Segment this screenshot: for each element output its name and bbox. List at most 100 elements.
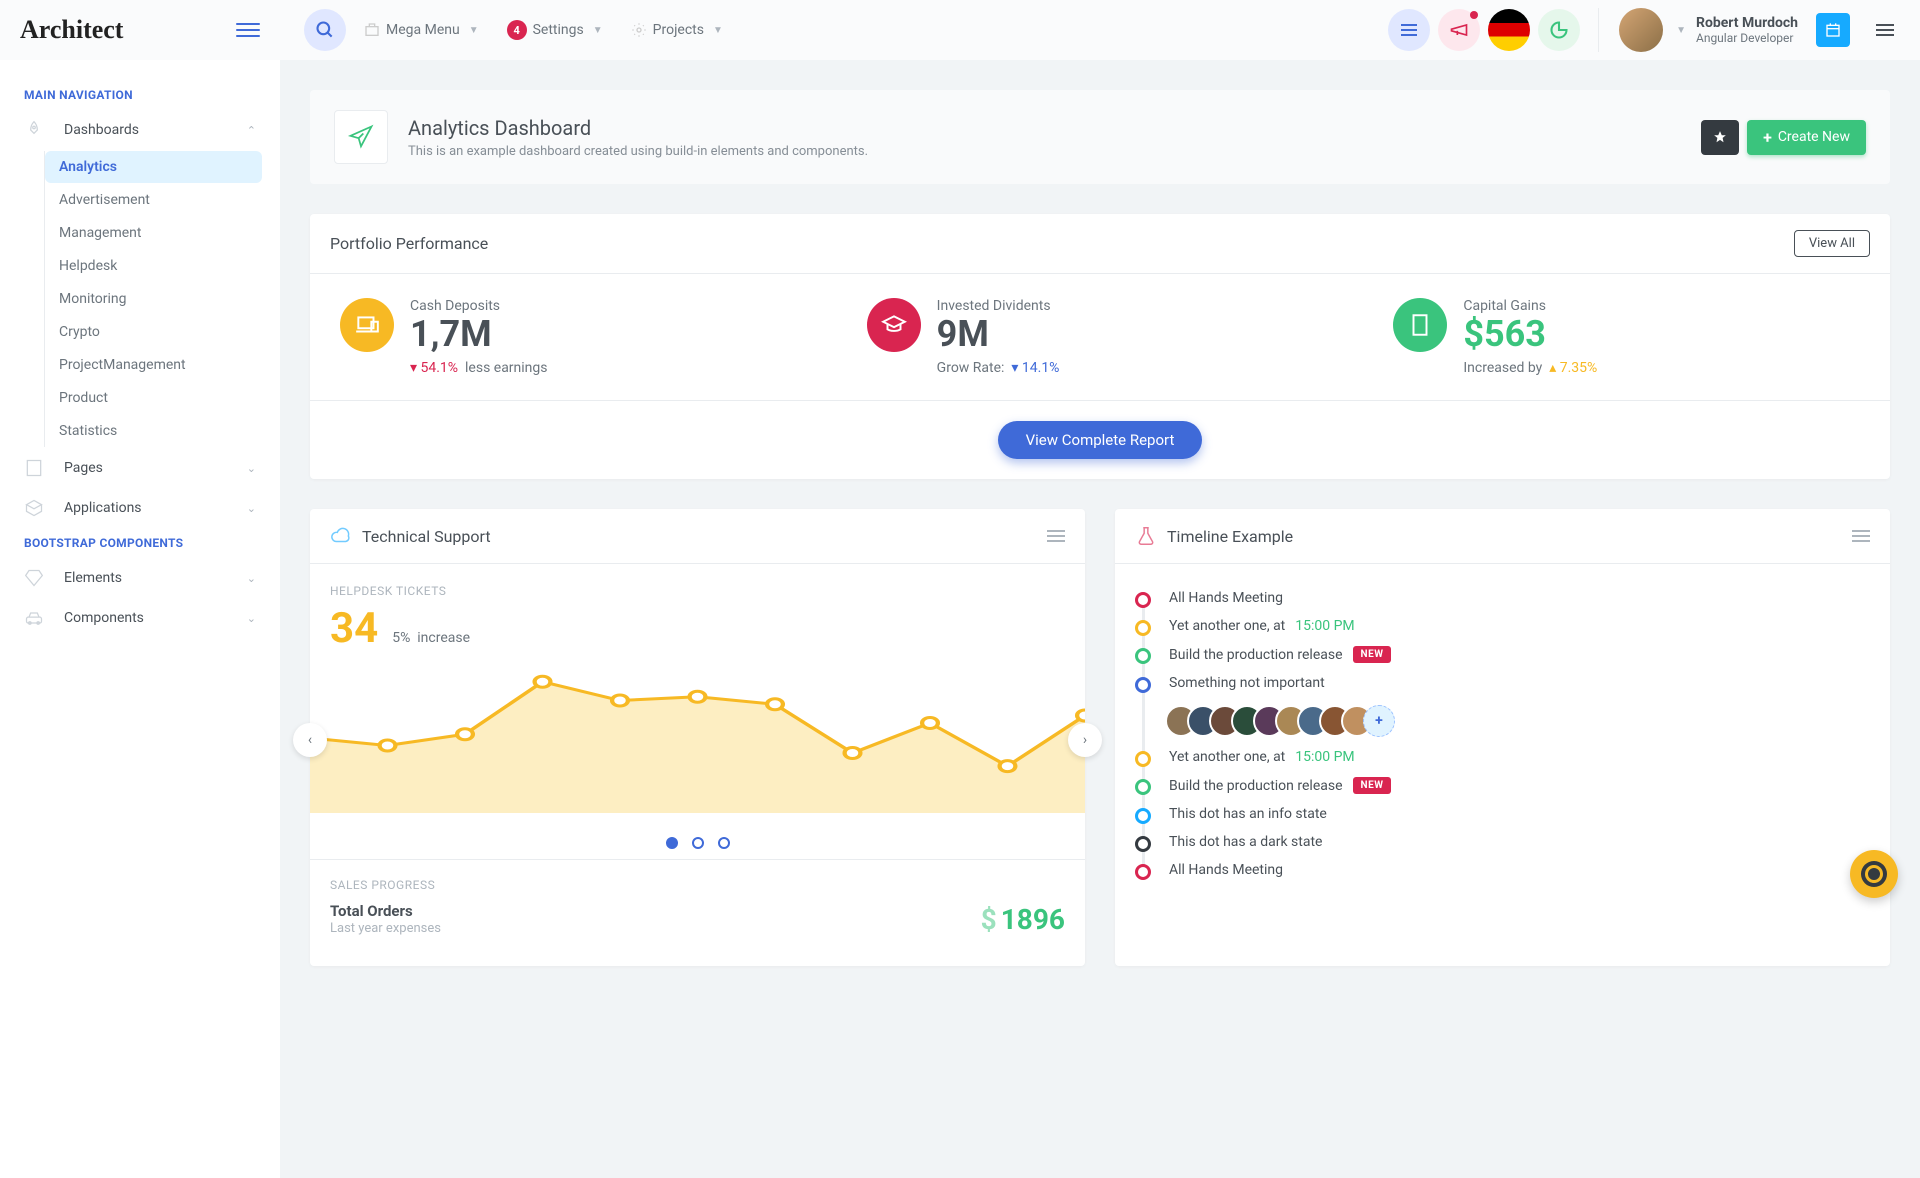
sidebar-label: Components <box>64 610 144 626</box>
sidebar-item-product[interactable]: Product <box>45 382 262 414</box>
timeline-list: All Hands Meeting Yet another one, at 15:… <box>1135 584 1870 884</box>
timeline-text: All Hands Meeting <box>1169 862 1283 878</box>
sales-name: Total Orders <box>330 902 413 920</box>
add-avatar-button[interactable]: + <box>1363 705 1395 737</box>
sidebar-item-advertisement[interactable]: Advertisement <box>45 184 262 216</box>
metric-label: Invested Dividents <box>937 298 1060 314</box>
sidebar-item-management[interactable]: Management <box>45 217 262 249</box>
sidebar-item-crypto[interactable]: Crypto <box>45 316 262 348</box>
diamond-icon <box>24 568 48 588</box>
sidebar-label: Applications <box>64 500 142 516</box>
sidebar-item-statistics[interactable]: Statistics <box>45 415 262 447</box>
sidebar-label: Pages <box>64 460 103 476</box>
sidebar-label: Elements <box>64 570 122 586</box>
settings-fab[interactable] <box>1850 850 1898 898</box>
chart-prev-button[interactable]: ‹ <box>293 723 327 757</box>
metric-value: 1,7M <box>410 316 548 352</box>
brand-logo[interactable]: Architect <box>20 15 123 45</box>
sidebar-item-applications[interactable]: Applications ⌄ <box>12 488 268 528</box>
timeline-dot <box>1135 620 1151 636</box>
language-flag-icon[interactable] <box>1488 9 1530 51</box>
metric-prefix: Grow Rate: <box>937 360 1005 376</box>
sales-row-total-orders: Total Orders Last year expenses $1896 <box>330 892 1065 946</box>
user-role: Angular Developer <box>1696 31 1798 45</box>
sidebar-heading-main: MAIN NAVIGATION <box>12 80 268 110</box>
building-icon <box>1393 298 1447 352</box>
new-badge: NEW <box>1353 777 1392 794</box>
timeline-item: Build the production releaseNEW <box>1135 640 1870 669</box>
page-title: Analytics Dashboard <box>408 116 868 140</box>
carousel-dot-1[interactable] <box>666 837 678 849</box>
metric-capital-gains: Capital Gains $563 Increased by ▴ 7.35% <box>1363 298 1890 376</box>
metric-pct: 7.35% <box>1560 360 1598 376</box>
sidebar-item-pages[interactable]: Pages ⌄ <box>12 448 268 488</box>
metric-cash-deposits: Cash Deposits 1,7M ▾ 54.1% less earnings <box>310 298 837 376</box>
sidebar-item-components[interactable]: Components ⌄ <box>12 598 268 638</box>
sidebar-item-helpdesk[interactable]: Helpdesk <box>45 250 262 282</box>
settings-label: Settings <box>533 22 584 38</box>
timeline-item: All Hands Meeting <box>1135 856 1870 884</box>
carousel-dot-2[interactable] <box>692 837 704 849</box>
sales-value: 1896 <box>1001 903 1065 936</box>
mega-menu-link[interactable]: Mega Menu▼ <box>354 22 489 38</box>
flask-icon <box>1135 525 1157 547</box>
topbar: Architect Mega Menu▼ 4 Settings▼ Project… <box>0 0 1920 60</box>
carousel-dot-3[interactable] <box>718 837 730 849</box>
timeline-text: This dot has an info state <box>1169 806 1327 822</box>
projects-link[interactable]: Projects▼ <box>621 22 733 38</box>
timeline-text: Yet another one, at <box>1169 618 1285 634</box>
timeline-text: Something not important <box>1169 675 1325 691</box>
timeline-text: All Hands Meeting <box>1169 590 1283 606</box>
sidebar-item-analytics[interactable]: Analytics <box>45 151 262 183</box>
gear-icon <box>1861 861 1887 887</box>
options-icon[interactable] <box>1874 22 1896 38</box>
sales-sub: Last year expenses <box>330 921 441 936</box>
timeline-item: This dot has a dark state <box>1135 828 1870 856</box>
card-menu-icon[interactable] <box>1852 530 1870 542</box>
avatar-group: + <box>1169 705 1870 737</box>
chart-next-button[interactable]: › <box>1068 723 1102 757</box>
sidebar-item-dashboards[interactable]: Dashboards ⌃ <box>12 110 268 150</box>
view-report-button[interactable]: View Complete Report <box>998 421 1203 459</box>
pages-icon <box>24 458 48 478</box>
sidebar: MAIN NAVIGATION Dashboards ⌃ Analytics A… <box>0 60 280 1178</box>
timeline-text: Build the production release <box>1169 647 1343 663</box>
timeline-text: Yet another one, at <box>1169 749 1285 765</box>
chevron-down-icon: ⌄ <box>247 612 256 625</box>
user-avatar <box>1619 8 1663 52</box>
rocket-icon <box>24 120 48 140</box>
notification-dot <box>1470 11 1478 19</box>
apps-icon <box>24 498 48 518</box>
star-button[interactable] <box>1701 120 1739 155</box>
announcement-icon[interactable] <box>1438 9 1480 51</box>
timeline-item: Yet another one, at 15:00 PM <box>1135 612 1870 640</box>
timeline-dot <box>1135 779 1151 795</box>
settings-link[interactable]: 4 Settings▼ <box>497 20 613 40</box>
chevron-down-icon: ⌄ <box>247 462 256 475</box>
timeline-dot <box>1135 864 1151 880</box>
mega-menu-label: Mega Menu <box>386 22 460 38</box>
laptop-icon <box>340 298 394 352</box>
activity-icon[interactable] <box>1538 9 1580 51</box>
calendar-button[interactable] <box>1816 13 1850 47</box>
main-content: Analytics Dashboard This is an example d… <box>280 60 1920 1026</box>
sidebar-item-elements[interactable]: Elements ⌄ <box>12 558 268 598</box>
timeline-title: Timeline Example <box>1167 527 1293 546</box>
grid-menu-icon[interactable] <box>1388 9 1430 51</box>
sidebar-toggle-icon[interactable] <box>236 23 260 37</box>
create-new-button[interactable]: + Create New <box>1747 120 1866 155</box>
user-block[interactable]: ▼ Robert Murdoch Angular Developer <box>1598 8 1896 52</box>
timeline-item: Build the production releaseNEW <box>1135 771 1870 800</box>
timeline-card: Timeline Example All Hands Meeting Yet an… <box>1115 509 1890 966</box>
search-icon[interactable] <box>304 9 346 51</box>
sidebar-item-projectmanagement[interactable]: ProjectManagement <box>45 349 262 381</box>
sidebar-item-monitoring[interactable]: Monitoring <box>45 283 262 315</box>
dashboards-submenu: Analytics Advertisement Management Helpd… <box>44 151 268 447</box>
plane-icon <box>334 110 388 164</box>
timeline-dot <box>1135 648 1151 664</box>
view-all-button[interactable]: View All <box>1794 230 1870 257</box>
topbar-inner: Mega Menu▼ 4 Settings▼ Projects▼ <box>280 8 1920 52</box>
support-title: Technical Support <box>362 527 491 546</box>
card-menu-icon[interactable] <box>1047 530 1065 542</box>
page-title-bar: Analytics Dashboard This is an example d… <box>310 90 1890 184</box>
